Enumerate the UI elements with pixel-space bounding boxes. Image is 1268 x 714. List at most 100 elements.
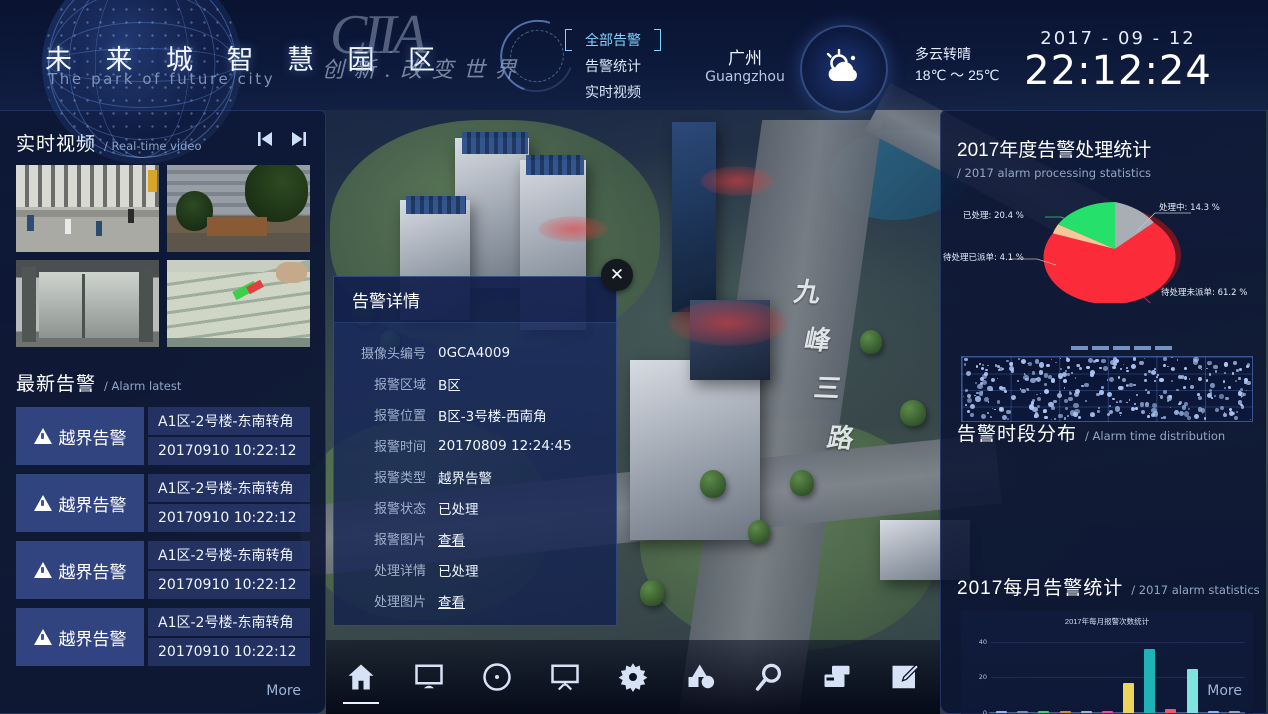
view-handle-image-link[interactable]: 查看 <box>438 591 465 611</box>
bar-chart-bar[interactable] <box>1144 649 1156 713</box>
scatter-point <box>1231 411 1235 415</box>
alarm-type-badge[interactable]: 越界告警 <box>16 541 144 599</box>
scatter-point <box>1147 391 1150 394</box>
scatter-point <box>997 369 1000 372</box>
toolbar-settings-button[interactable] <box>612 654 654 700</box>
bar-chart-bar[interactable] <box>1186 668 1198 713</box>
scatter-point <box>1064 369 1068 372</box>
scatter-point <box>1193 357 1199 363</box>
bar-chart-bar[interactable] <box>1123 682 1135 713</box>
video-cell-lobby[interactable] <box>16 260 159 347</box>
toolbar-monitor-button[interactable] <box>408 654 450 700</box>
toolbar-presentation-button[interactable] <box>544 654 586 700</box>
bar-chart-bar[interactable] <box>1017 711 1029 713</box>
map-building <box>630 360 760 540</box>
alarm-location: A1区-2号楼-东南转角 <box>148 608 310 636</box>
dialog-body: 摄像头编号 0GCA4009 报警区域 B区 报警位置 B区-3号楼-西南角 报… <box>334 323 616 616</box>
scatter-point <box>1171 357 1173 359</box>
scatter-point <box>1159 377 1164 383</box>
scatter-point <box>991 407 994 410</box>
bar-chart-bar[interactable] <box>1228 711 1240 713</box>
alarm-location: A1区-2号楼-东南转角 <box>148 541 310 569</box>
city-display: 广州 Guangzhou <box>690 44 800 85</box>
scatter-point <box>1161 417 1163 419</box>
city-name-en: Guangzhou <box>705 69 785 85</box>
toolbar-search-button[interactable] <box>748 654 790 700</box>
scatter-point <box>1051 418 1053 420</box>
toolbar-card-button[interactable] <box>816 654 858 700</box>
toolbar-shapes-button[interactable] <box>680 654 722 700</box>
video-cell-courtyard[interactable] <box>167 165 310 252</box>
scatter-point <box>1245 389 1248 392</box>
left-panel-more-link[interactable]: More <box>266 683 301 699</box>
scatter-point <box>1205 379 1209 382</box>
bar-chart-bar[interactable] <box>1207 711 1219 713</box>
map-alarm-zone[interactable] <box>538 216 608 242</box>
scatter-point <box>1008 361 1013 366</box>
skip-previous-icon[interactable] <box>255 129 275 154</box>
scatter-point <box>1225 397 1229 401</box>
scatter-point <box>1233 360 1238 365</box>
scatter-point <box>1099 390 1104 395</box>
alarm-list-item[interactable]: 越界告警 A1区-2号楼-东南转角 20170910 10:22:12 <box>16 407 310 465</box>
clock-date: 2017 - 09 - 12 <box>1040 28 1196 49</box>
map-alarm-zone[interactable] <box>668 300 788 346</box>
toolbar-home-button[interactable] <box>340 654 382 704</box>
scatter-point <box>996 400 1001 404</box>
toolbar-compass-button[interactable] <box>476 654 518 700</box>
scatter-point <box>1059 357 1061 359</box>
skip-next-icon[interactable] <box>289 129 309 154</box>
monthly-alarm-title: 2017每月告警统计 <box>957 578 1124 599</box>
bar-chart-bar[interactable] <box>1080 711 1092 713</box>
scatter-point <box>1184 367 1188 371</box>
bar-chart-y-tick: 40 <box>978 637 987 646</box>
alarm-time-subtitle: / Alarm time distribution <box>1085 429 1226 443</box>
bar-chart-bar[interactable] <box>1038 711 1050 713</box>
alarm-list-item[interactable]: 越界告警 A1区-2号楼-东南转角 20170910 10:22:12 <box>16 474 310 532</box>
scatter-point <box>1187 407 1191 411</box>
bar-chart-bar[interactable] <box>1101 711 1113 713</box>
scatter-point <box>980 366 985 371</box>
nav-item-all-alarms[interactable]: 全部告警 <box>565 29 661 51</box>
right-panel-more-link[interactable]: More <box>1207 683 1242 699</box>
bar-chart-bar[interactable] <box>1165 709 1177 713</box>
detail-key: 报警区域 <box>373 377 426 392</box>
nav-item-realtime-video[interactable]: 实时视频 <box>573 84 653 101</box>
scatter-point <box>1240 405 1244 409</box>
alarm-time-title: 告警时段分布 <box>957 424 1078 445</box>
close-icon[interactable]: ✕ <box>601 259 633 291</box>
map-alarm-zone[interactable] <box>700 166 774 196</box>
header-nav: 全部告警 告警统计 实时视频 <box>565 29 661 110</box>
toolbar-edit-button[interactable] <box>884 654 926 700</box>
scatter-point <box>1112 397 1116 401</box>
monthly-alarm-header: 2017每月告警统计 / 2017 alarm statistics <box>957 573 1260 600</box>
alarm-list-item[interactable]: 越界告警 A1区-2号楼-东南转角 20170910 10:22:12 <box>16 541 310 599</box>
alarm-type-badge[interactable]: 越界告警 <box>16 608 144 666</box>
alarm-type-badge[interactable]: 越界告警 <box>16 474 144 532</box>
detail-row-time: 报警时间 20170809 12:24:45 <box>334 430 616 461</box>
alarm-processing-pie-chart[interactable]: 处理中: 14.3 % 已处理: 20.4 % 待处理已派单: 4.1 % 待处… <box>941 173 1267 310</box>
scatter-point <box>1044 415 1049 420</box>
video-cell-stairs[interactable] <box>167 260 310 347</box>
nav-item-alarm-statistics[interactable]: 告警统计 <box>573 58 653 75</box>
video-cell-street[interactable] <box>16 165 159 252</box>
scatter-point <box>1187 416 1192 421</box>
bar-chart-bar[interactable] <box>996 711 1008 713</box>
scatter-point <box>1109 405 1111 407</box>
view-alarm-image-link[interactable]: 查看 <box>438 529 465 549</box>
alarm-list-item[interactable]: 越界告警 A1区-2号楼-东南转角 20170910 10:22:12 <box>16 608 310 666</box>
bar-chart-bar[interactable] <box>1059 711 1071 713</box>
scatter-point <box>1239 367 1243 371</box>
alarm-time-scatter-chart[interactable] <box>961 356 1253 422</box>
scatter-point <box>1173 410 1179 415</box>
scatter-point <box>1200 368 1203 370</box>
scatter-point <box>1170 406 1172 409</box>
scatter-point <box>1208 363 1210 365</box>
city-name-cn: 广州 <box>728 49 762 68</box>
scatter-point <box>1078 366 1082 370</box>
alarm-type-badge[interactable]: 越界告警 <box>16 407 144 465</box>
scatter-point <box>1136 394 1138 396</box>
scatter-point <box>1197 377 1202 382</box>
scatter-point <box>1214 370 1218 373</box>
scatter-point <box>1117 376 1121 380</box>
